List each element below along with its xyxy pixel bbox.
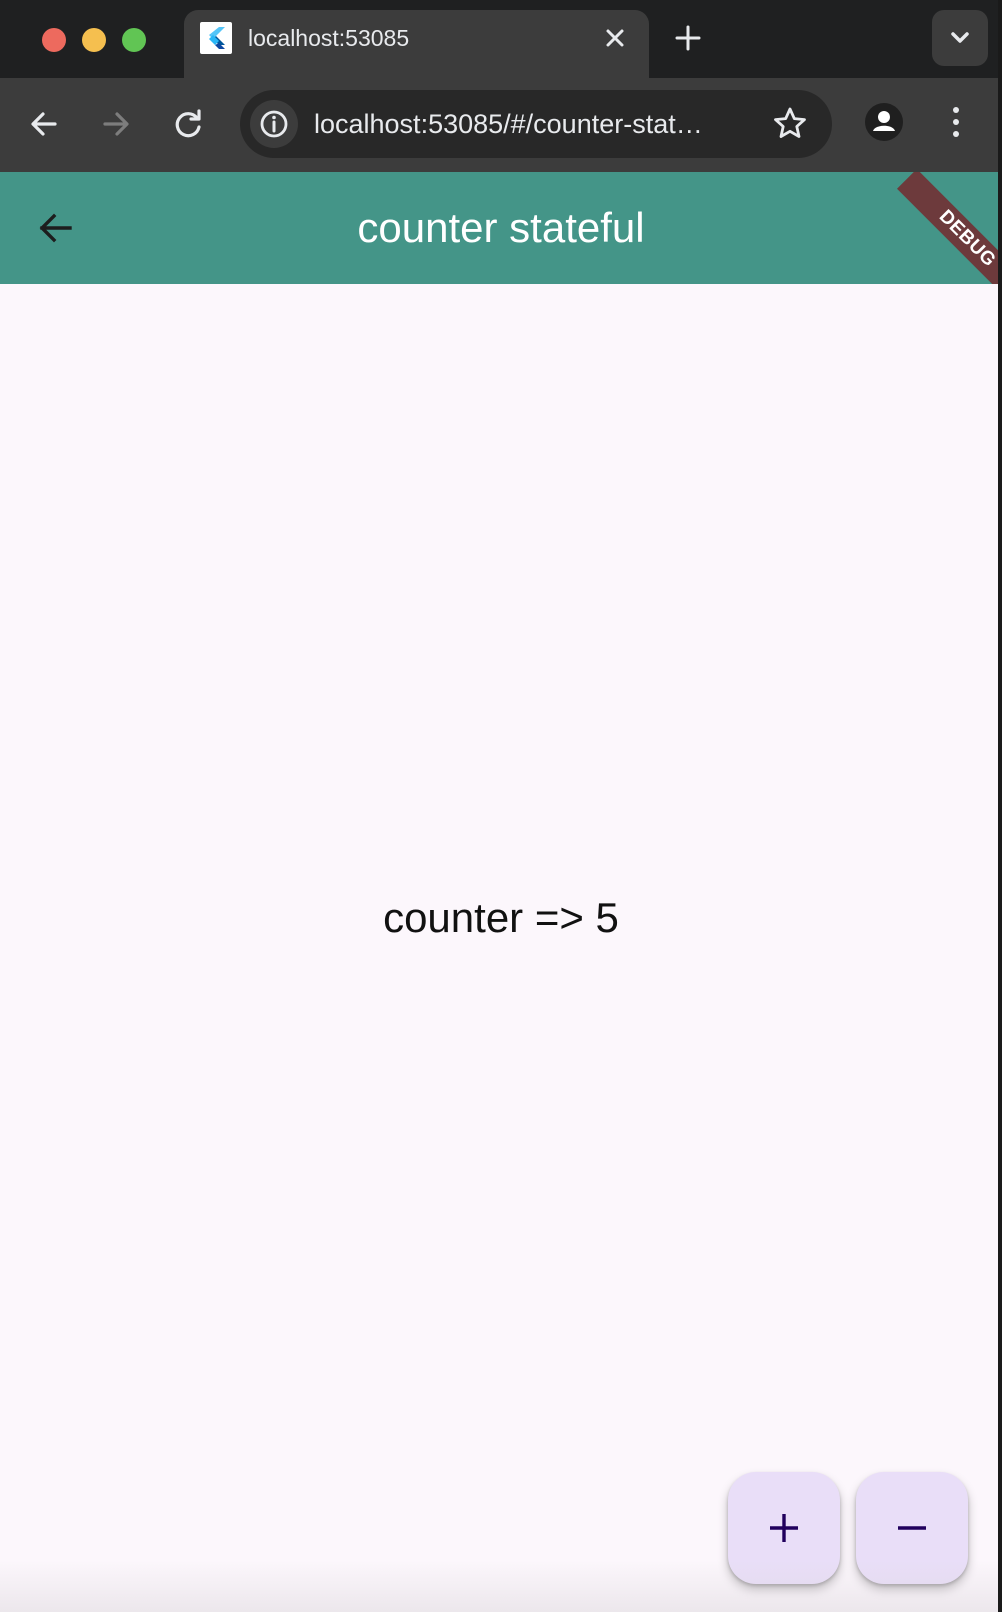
arrow-left-icon	[31, 112, 57, 136]
app-bar: counter stateful	[0, 172, 1002, 284]
reload-icon	[175, 109, 201, 138]
back-button[interactable]	[20, 100, 68, 148]
browser-window: localhost:53085 localhost:53085/#/counte…	[0, 0, 1002, 1612]
address-bar[interactable]: localhost:53085/#/counter-stat…	[240, 90, 832, 158]
minimize-window-button[interactable]	[82, 28, 106, 52]
forward-button[interactable]	[92, 100, 140, 148]
bottom-shadow	[0, 1560, 1002, 1612]
plus-icon	[770, 1514, 798, 1542]
close-icon[interactable]	[599, 22, 631, 54]
browser-tab[interactable]: localhost:53085	[184, 10, 649, 78]
kebab-menu-icon	[953, 107, 959, 137]
url-text[interactable]: localhost:53085/#/counter-stat…	[314, 108, 754, 140]
increment-button[interactable]	[728, 1472, 840, 1584]
minus-icon	[898, 1526, 926, 1530]
page-title: counter stateful	[357, 204, 645, 251]
browser-menu-button[interactable]	[932, 98, 980, 146]
decrement-button[interactable]	[856, 1472, 968, 1584]
site-info-button[interactable]	[250, 100, 298, 148]
counter-label: counter => 5	[383, 894, 619, 941]
maximize-window-button[interactable]	[122, 28, 146, 52]
info-icon	[260, 110, 288, 138]
reload-button[interactable]	[164, 100, 212, 148]
star-icon	[774, 107, 806, 138]
new-tab-button[interactable]	[670, 20, 706, 56]
bookmark-button[interactable]	[770, 104, 810, 144]
profile-button[interactable]	[860, 98, 908, 146]
arrow-right-icon	[103, 112, 129, 136]
chevron-down-icon	[951, 32, 969, 43]
tab-title: localhost:53085	[248, 25, 410, 51]
profile-icon	[865, 103, 903, 141]
plus-icon	[675, 25, 701, 51]
flutter-favicon-icon	[200, 22, 232, 54]
browser-toolbar: localhost:53085/#/counter-stat…	[0, 78, 1002, 172]
window-edge	[998, 0, 1002, 1612]
tab-strip: localhost:53085	[0, 0, 1002, 78]
close-window-button[interactable]	[42, 28, 66, 52]
tab-search-button[interactable]	[932, 10, 988, 66]
